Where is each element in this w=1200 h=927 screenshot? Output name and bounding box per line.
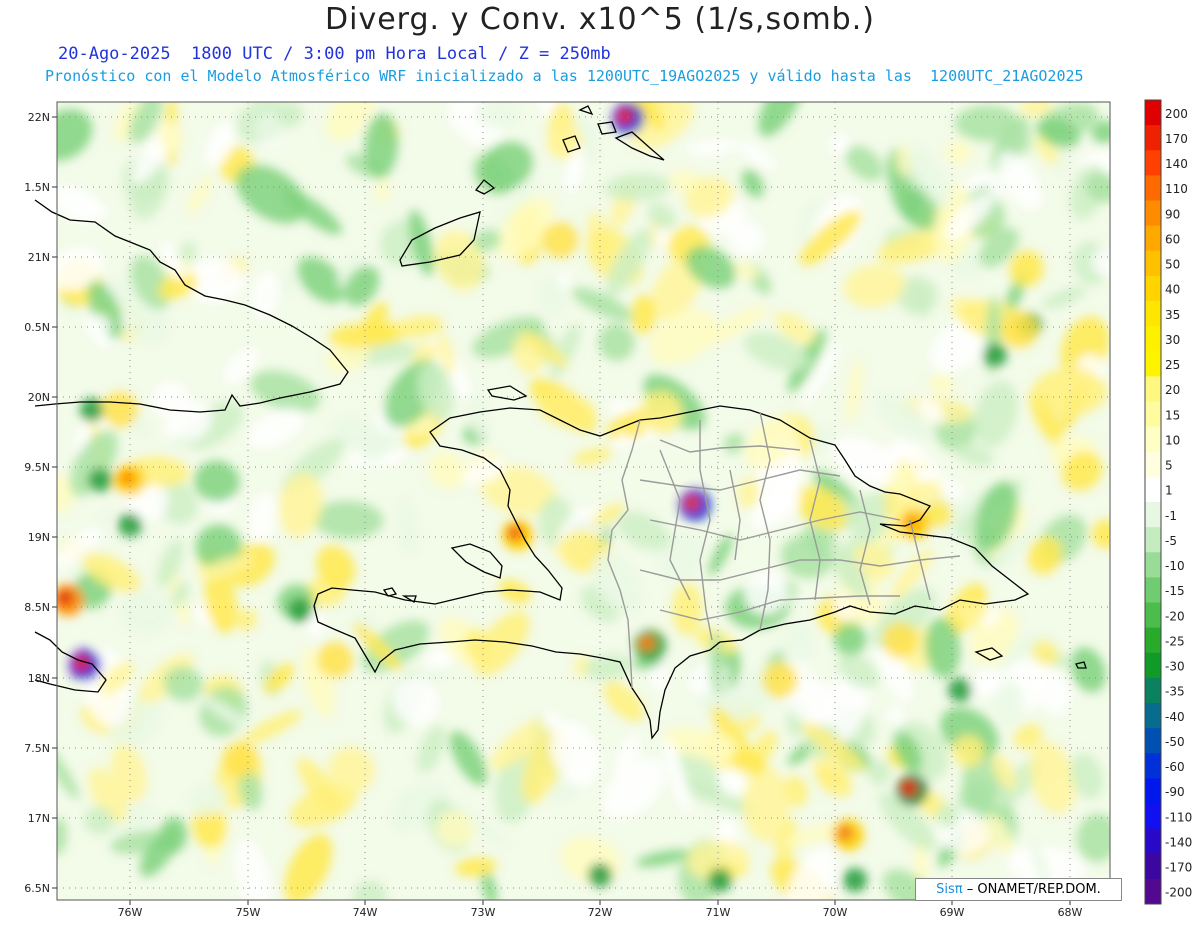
colorbar-swatch bbox=[1145, 627, 1161, 654]
colorbar-swatch bbox=[1145, 703, 1161, 729]
colorbar-swatch bbox=[1145, 376, 1161, 402]
colorbar-label: 40 bbox=[1165, 283, 1180, 297]
lon-label: 73W bbox=[471, 906, 496, 919]
longitude-labels: 76W 75W 74W 73W 72W 71W 70W 69W 68W bbox=[118, 906, 1083, 919]
colorbar-swatch bbox=[1145, 728, 1161, 754]
colorbar-label: -10 bbox=[1165, 559, 1185, 573]
lat-label: 17N bbox=[28, 812, 50, 825]
lat-label: 18N bbox=[28, 672, 50, 685]
colorbar-swatch bbox=[1145, 652, 1161, 679]
colorbar-swatch bbox=[1145, 426, 1161, 453]
lon-label: 72W bbox=[588, 906, 613, 919]
model-run-subtitle: Pronóstico con el Modelo Atmosférico WRF… bbox=[45, 67, 1084, 85]
colorbar-label: 50 bbox=[1165, 258, 1180, 272]
colorbar-label: -25 bbox=[1165, 634, 1185, 648]
lat-label: 20N bbox=[28, 391, 50, 404]
colorbar-label: 60 bbox=[1165, 232, 1180, 246]
colorbar-label: -1 bbox=[1165, 509, 1177, 523]
forecast-map: 22N 1.5N 21N 0.5N 20N 9.5N 19N 8.5N 18N 7.5N 17N 6.… bbox=[24, 99, 1192, 919]
credit-text: – ONAMET/REP.DOM. bbox=[966, 882, 1101, 897]
colorbar-swatch bbox=[1145, 853, 1161, 880]
colorbar-label: -15 bbox=[1165, 584, 1185, 598]
colorbar-label: 170 bbox=[1165, 132, 1188, 146]
colorbar-swatch bbox=[1145, 401, 1161, 428]
map-title: Diverg. y Conv. x10^5 (1/s,somb.) bbox=[325, 2, 875, 37]
valid-time-subtitle: 20-Ago-2025 1800 UTC / 3:00 pm Hora Loca… bbox=[58, 44, 611, 64]
lat-label: 22N bbox=[28, 111, 50, 124]
lat-label: 9.5N bbox=[24, 461, 50, 474]
colorbar-label: -170 bbox=[1165, 861, 1192, 875]
colorbar-label: 25 bbox=[1165, 358, 1180, 372]
colorbar-label: 110 bbox=[1165, 182, 1188, 196]
colorbar-label: 10 bbox=[1165, 433, 1180, 447]
latitude-labels: 22N 1.5N 21N 0.5N 20N 9.5N 19N 8.5N 18N 7.5N 17N 6.… bbox=[24, 111, 50, 895]
colorbar-label: -140 bbox=[1165, 835, 1192, 849]
colorbar-label: -20 bbox=[1165, 609, 1185, 623]
colorbar-swatch bbox=[1145, 301, 1161, 327]
colorbar-label: -40 bbox=[1165, 710, 1185, 724]
colorbar-swatch bbox=[1145, 326, 1161, 352]
colorbar-swatch bbox=[1145, 552, 1161, 578]
colorbar-swatch bbox=[1145, 476, 1161, 503]
lon-label: 75W bbox=[236, 906, 261, 919]
colorbar-label: 140 bbox=[1165, 157, 1188, 171]
credit-box: Sisπ – ONAMET/REP.DOM. bbox=[915, 878, 1122, 901]
lat-label: 1.5N bbox=[24, 181, 50, 194]
lat-label: 6.5N bbox=[24, 882, 50, 895]
lon-label: 74W bbox=[353, 906, 378, 919]
colorbar-label: 30 bbox=[1165, 333, 1180, 347]
colorbar: 200 170 140 110 90 60 50 40 35 30 25 20 15 10 5 1 -1 -5 -1… bbox=[1144, 99, 1192, 905]
colorbar-label: -35 bbox=[1165, 685, 1185, 699]
lon-label: 69W bbox=[940, 906, 965, 919]
colorbar-swatch bbox=[1145, 275, 1161, 302]
colorbar-swatch bbox=[1145, 175, 1161, 201]
lon-label: 70W bbox=[823, 906, 848, 919]
colorbar-label: 200 bbox=[1165, 107, 1188, 121]
colorbar-swatch bbox=[1145, 451, 1161, 478]
colorbar-label: 35 bbox=[1165, 308, 1180, 322]
colorbar-label: -60 bbox=[1165, 760, 1185, 774]
colorbar-swatch bbox=[1145, 150, 1161, 176]
lat-label: 19N bbox=[28, 531, 50, 544]
colorbar-swatch bbox=[1145, 577, 1161, 603]
lat-label: 0.5N bbox=[24, 321, 50, 334]
sispi-logo: Sisπ bbox=[936, 882, 963, 897]
colorbar-swatch bbox=[1145, 803, 1161, 830]
colorbar-label: 5 bbox=[1165, 459, 1173, 473]
colorbar-label: -90 bbox=[1165, 785, 1185, 799]
colorbar-swatch bbox=[1145, 753, 1161, 779]
lon-label: 68W bbox=[1058, 906, 1083, 919]
lon-label: 76W bbox=[118, 906, 143, 919]
colorbar-label: -30 bbox=[1165, 660, 1185, 674]
lat-label: 21N bbox=[28, 251, 50, 264]
colorbar-swatch bbox=[1145, 878, 1161, 905]
colorbar-swatch bbox=[1145, 351, 1161, 377]
colorbar-swatch bbox=[1145, 502, 1161, 528]
colorbar-swatch bbox=[1145, 778, 1161, 804]
colorbar-swatch bbox=[1145, 200, 1161, 227]
colorbar-label: -110 bbox=[1165, 810, 1192, 824]
colorbar-label: -5 bbox=[1165, 534, 1177, 548]
colorbar-swatch bbox=[1145, 602, 1161, 629]
lat-label: 7.5N bbox=[24, 742, 50, 755]
colorbar-label: 90 bbox=[1165, 207, 1180, 221]
colorbar-swatch bbox=[1145, 100, 1161, 126]
lat-label: 8.5N bbox=[24, 601, 50, 614]
colorbar-label: 15 bbox=[1165, 408, 1180, 422]
colorbar-label: 1 bbox=[1165, 484, 1173, 498]
colorbar-swatch bbox=[1145, 527, 1161, 553]
colorbar-swatch bbox=[1145, 225, 1161, 252]
colorbar-swatch bbox=[1145, 125, 1161, 151]
colorbar-swatch bbox=[1145, 828, 1161, 855]
colorbar-label: 20 bbox=[1165, 383, 1180, 397]
colorbar-swatch bbox=[1145, 677, 1161, 704]
colorbar-label: -50 bbox=[1165, 735, 1185, 749]
colorbar-label: -200 bbox=[1165, 886, 1192, 900]
colorbar-swatch bbox=[1145, 250, 1161, 277]
lon-label: 71W bbox=[706, 906, 731, 919]
